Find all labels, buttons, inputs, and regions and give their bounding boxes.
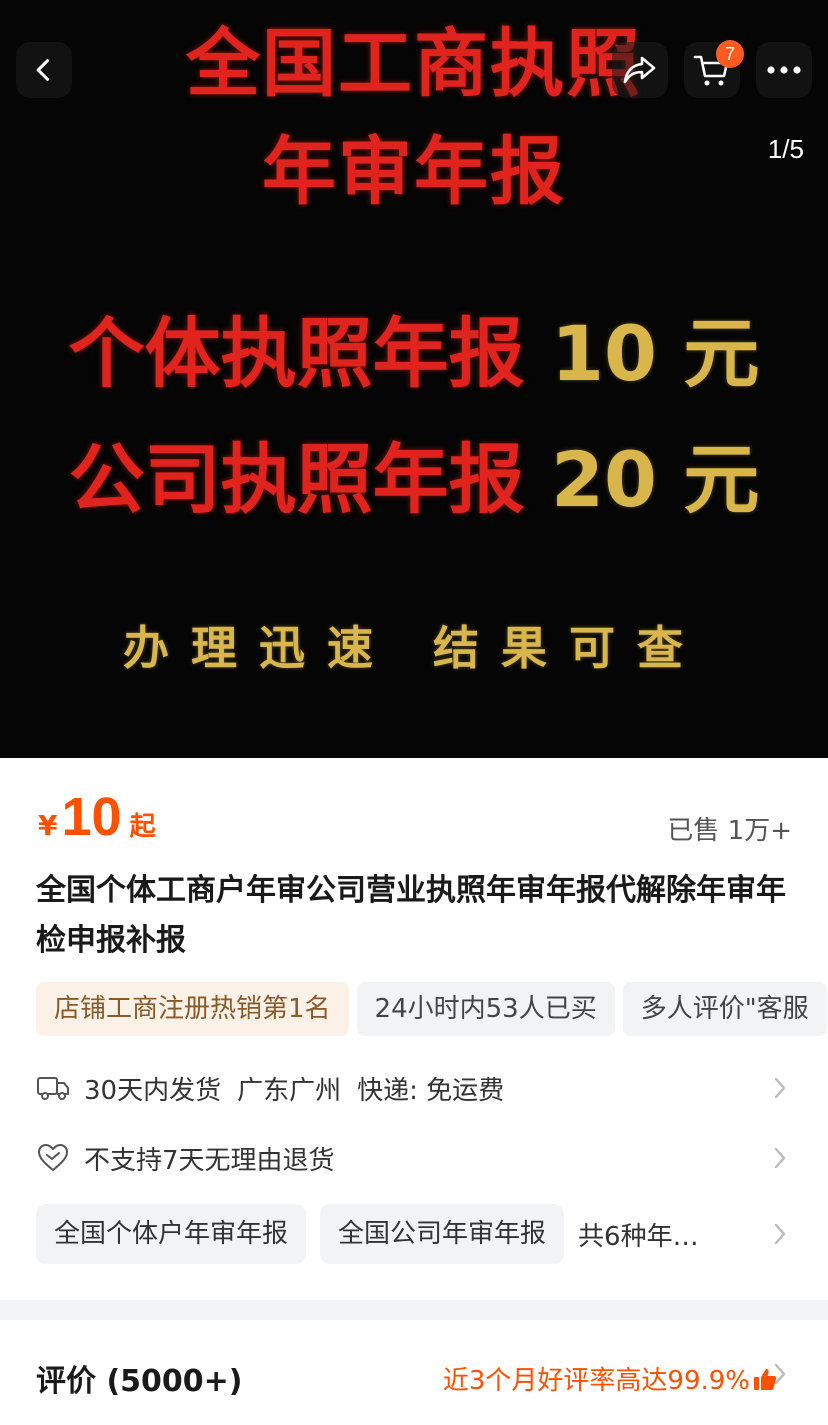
shipping-row[interactable]: 30天内发货 广东广州 快递: 免运费 xyxy=(36,1064,792,1112)
share-button[interactable] xyxy=(612,42,668,98)
return-policy-row[interactable]: 不支持7天无理由退货 xyxy=(36,1134,792,1182)
tag-hot-rank[interactable]: 店铺工商注册热销第1名 xyxy=(36,982,349,1036)
back-icon xyxy=(36,59,50,81)
sold-count: 已售 1万+ xyxy=(667,816,792,846)
back-button[interactable] xyxy=(16,42,72,98)
review-rate: 近3个月好评率高达99.9% xyxy=(443,1360,778,1397)
tag-reviews[interactable]: 多人评价"客服 xyxy=(622,982,827,1036)
hero-line-4-price: 20 元 xyxy=(524,435,760,524)
image-pager: 1/5 xyxy=(767,134,804,164)
hero-line-4: 公司执照年报 20 元 xyxy=(0,418,828,528)
section-divider xyxy=(0,1300,828,1320)
review-title: 评价 (5000+) xyxy=(36,1364,243,1399)
sku-option-individual[interactable]: 全国个体户年审年报 xyxy=(36,1204,307,1264)
return-policy-text: 不支持7天无理由退货 xyxy=(84,1145,335,1176)
share-icon xyxy=(623,56,656,84)
price: ¥ 10 起 xyxy=(38,786,156,847)
product-title: 全国个体工商户年审公司营业执照年审年报代解除年审年检申报补报 xyxy=(36,873,786,958)
hero-line-3-text: 个体执照年报 xyxy=(68,309,525,398)
more-icon xyxy=(767,66,801,74)
price-suffix: 起 xyxy=(129,812,156,842)
heart-icon xyxy=(36,1141,70,1175)
sku-selector: 全国个体户年审年报 全国公司年审年报 共6种年… xyxy=(36,1204,792,1264)
shipping-time: 30天内发货 xyxy=(84,1075,222,1106)
price-value: 10 xyxy=(61,787,122,847)
chevron-right-icon xyxy=(768,1146,792,1170)
shipping-method: 快递: 免运费 xyxy=(357,1075,505,1106)
review-rate-text: 近3个月好评率高达99.9% xyxy=(442,1366,750,1396)
product-info: ¥ 10 起 已售 1万+ 全国个体工商户年审公司营业执照年审年报代解除年审年检… xyxy=(0,758,828,1300)
hero-line-5: 办理迅速 结果可查 xyxy=(122,621,705,675)
hero-line-3-price: 10 元 xyxy=(524,309,760,398)
truck-icon xyxy=(36,1071,70,1105)
tag-list: 店铺工商注册热销第1名 24小时内53人已买 多人评价"客服 xyxy=(36,982,828,1036)
review-section[interactable]: 评价 (5000+) 近3个月好评率高达99.9% xyxy=(0,1320,828,1425)
cart-count-badge: 7 xyxy=(716,40,744,68)
shipping-location: 广东广州 xyxy=(237,1075,342,1106)
tag-recent-buyers[interactable]: 24小时内53人已买 xyxy=(356,982,615,1036)
hero-line-4-text: 公司执照年报 xyxy=(68,435,525,524)
hero-line-2: 年审年报 xyxy=(262,129,566,215)
chevron-right-icon[interactable] xyxy=(768,1222,792,1246)
sku-option-company[interactable]: 全国公司年审年报 xyxy=(320,1204,565,1264)
chevron-right-icon xyxy=(768,1362,792,1386)
cart-button[interactable]: 7 xyxy=(684,40,744,98)
hero-line-3: 个体执照年报 10 元 xyxy=(0,292,828,402)
price-symbol: ¥ xyxy=(38,809,58,842)
chevron-right-icon xyxy=(768,1076,792,1100)
shipping-info: 30天内发货 广东广州 快递: 免运费 xyxy=(84,1070,768,1107)
more-button[interactable] xyxy=(756,42,812,98)
sku-more-options[interactable]: 共6种年… xyxy=(578,1216,768,1253)
product-image-carousel[interactable]: 全国工商执照 年审年报 个体执照年报 10 元 公司执照年报 20 元 办理迅速… xyxy=(0,0,828,758)
